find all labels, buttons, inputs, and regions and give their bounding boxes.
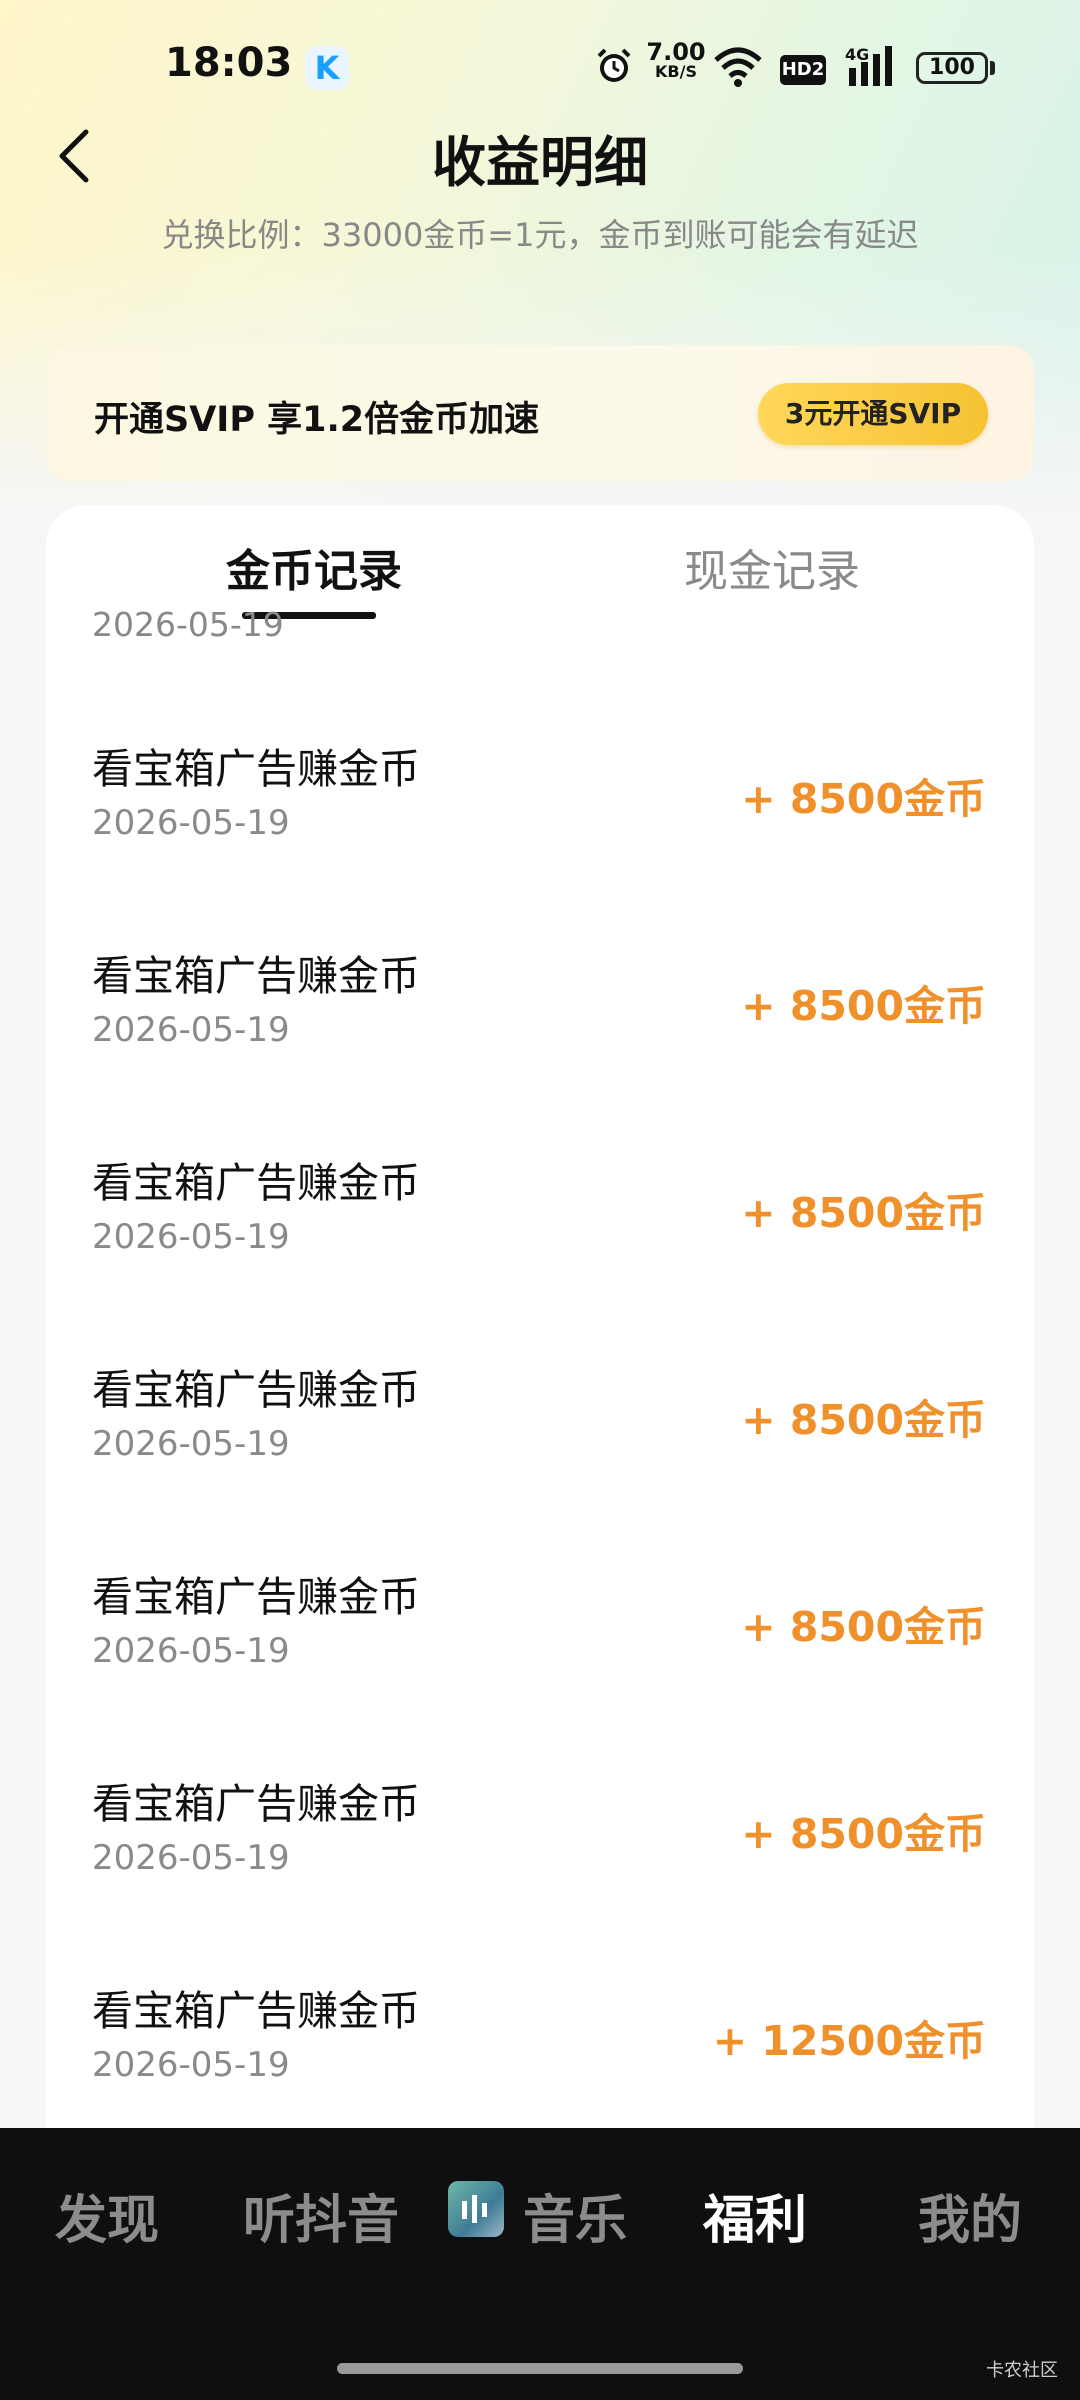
network-speed: 7.00 KB/S <box>646 38 706 82</box>
home-indicator[interactable] <box>337 2363 743 2374</box>
svip-promo-text: 开通SVIP 享1.2倍金币加速 <box>94 400 540 440</box>
watermark: 卡农社区 <box>986 2360 1058 2381</box>
record-date: 2026-05-19 <box>92 803 290 843</box>
exchange-rate-note: 兑换比例：33000金币=1元，金币到账可能会有延迟 <box>161 216 919 254</box>
app-notification-icon: K <box>305 46 349 90</box>
list-item: 看宝箱广告赚金币 2026-05-19 + 8500金币 <box>46 1563 1034 1770</box>
nav-listen-douyin[interactable]: 听抖音 <box>243 2178 399 2253</box>
page-title: 收益明细 <box>432 131 648 194</box>
list-item: 看宝箱广告赚金币 2026-05-19 + 8500金币 <box>46 735 1034 942</box>
record-title: 看宝箱广告赚金币 <box>92 1987 420 2035</box>
status-bar: 18:03 K 7.00 KB/S HD2 4G 100 <box>0 0 1080 130</box>
record-title: 看宝箱广告赚金币 <box>92 745 420 793</box>
record-amount: + 8500金币 <box>741 775 986 823</box>
record-date: 2026-05-19 <box>92 2045 290 2085</box>
record-amount: + 12500金币 <box>712 2017 986 2065</box>
record-amount: + 8500金币 <box>741 1396 986 1444</box>
status-time: 18:03 <box>165 40 293 86</box>
list-item: 看宝箱广告赚金币 2026-05-19 + 8500金币 <box>46 1149 1034 1356</box>
tab-cash-records[interactable]: 现金记录 <box>684 535 860 599</box>
record-title: 看宝箱广告赚金币 <box>92 1159 420 1207</box>
record-amount: + 8500金币 <box>741 982 986 1030</box>
list-item: 看宝箱广告赚金币 2026-05-19 + 8500金币 <box>46 942 1034 1149</box>
hd-voice-badge: HD2 <box>780 55 826 85</box>
open-svip-button[interactable]: 3元开通SVIP <box>758 383 988 445</box>
list-item: 看宝箱广告赚金币 2026-05-19 + 8500金币 <box>46 1356 1034 1563</box>
battery-indicator: 100 <box>916 52 988 84</box>
network-speed-value: 7.00 <box>646 38 706 66</box>
music-cover-icon[interactable] <box>448 2181 504 2237</box>
nav-welfare[interactable]: 福利 <box>703 2178 807 2253</box>
cellular-signal-icon: 4G <box>845 45 892 86</box>
battery-tip <box>990 61 995 75</box>
network-type: 4G <box>845 45 869 64</box>
record-amount: + 8500金币 <box>741 1603 986 1651</box>
wifi-icon <box>714 47 762 87</box>
tab-coin-records[interactable]: 金币记录 <box>226 535 402 599</box>
alarm-icon <box>597 48 631 82</box>
records-card: 金币记录 现金记录 2026-05-19 看宝箱广告赚金币 2026-05-19… <box>46 505 1034 2205</box>
record-title: 看宝箱广告赚金币 <box>92 952 420 1000</box>
record-date: 2026-05-19 <box>92 1217 290 1257</box>
list-item: 看宝箱广告赚金币 2026-05-19 + 8500金币 <box>46 1770 1034 1977</box>
record-date: 2026-05-19 <box>92 1010 290 1050</box>
bottom-navigation: 发现 听抖音 音乐 福利 我的 <box>0 2128 1080 2400</box>
record-date: 2026-05-19 <box>92 1424 290 1464</box>
nav-music[interactable]: 音乐 <box>523 2178 627 2253</box>
record-title: 看宝箱广告赚金币 <box>92 1366 420 1414</box>
record-amount: + 8500金币 <box>741 1810 986 1858</box>
svip-banner: 开通SVIP 享1.2倍金币加速 3元开通SVIP <box>46 345 1034 481</box>
record-date: 2026-05-19 <box>92 1631 290 1671</box>
records-list[interactable]: 看宝箱广告赚金币 2026-05-19 + 8500金币 看宝箱广告赚金币 20… <box>46 735 1034 2184</box>
record-amount: + 8500金币 <box>741 1189 986 1237</box>
record-title: 看宝箱广告赚金币 <box>92 1780 420 1828</box>
nav-discover[interactable]: 发现 <box>55 2178 159 2253</box>
record-title: 看宝箱广告赚金币 <box>92 1573 420 1621</box>
partial-record-date: 2026-05-19 <box>92 605 284 644</box>
nav-me[interactable]: 我的 <box>918 2178 1022 2253</box>
record-date: 2026-05-19 <box>92 1838 290 1878</box>
